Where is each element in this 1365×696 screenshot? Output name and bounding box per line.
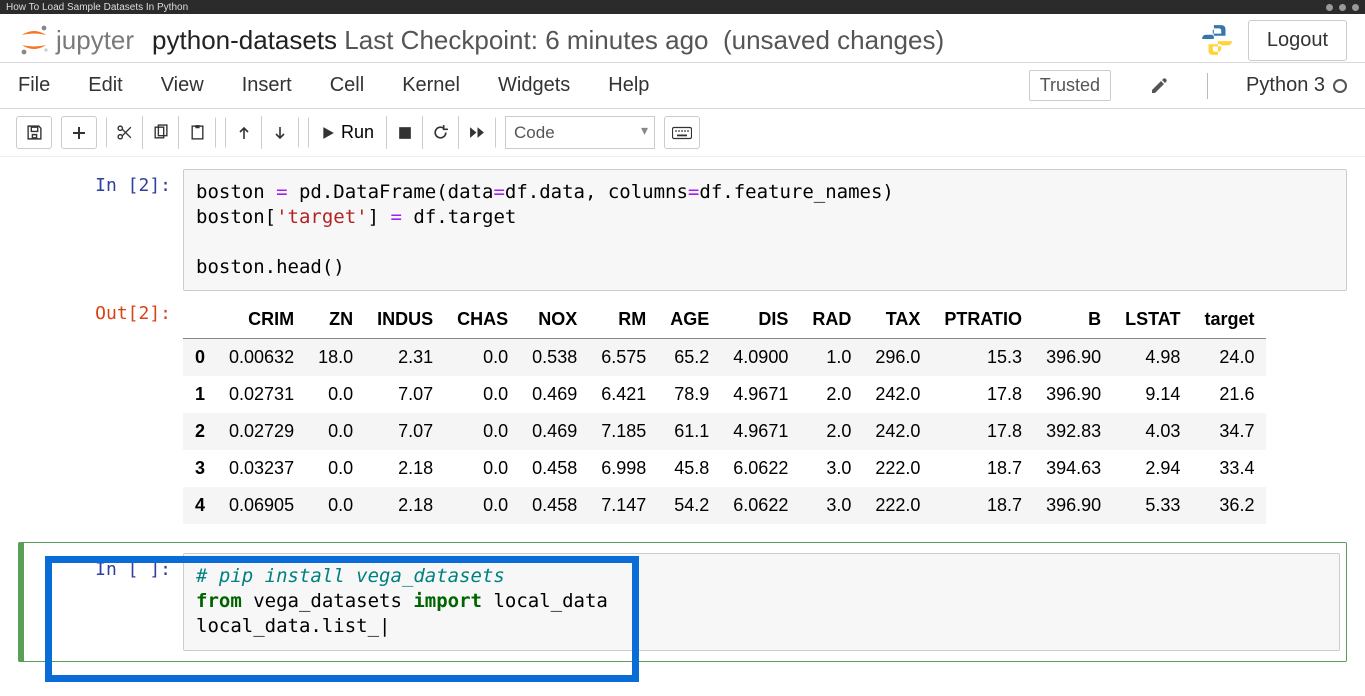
menu-widgets[interactable]: Widgets: [498, 74, 570, 97]
table-header: DIS: [721, 301, 800, 339]
restart-button[interactable]: [423, 116, 459, 149]
table-header-row: CRIMZNINDUSCHASNOXRMAGEDISRADTAXPTRATIOB…: [183, 301, 1266, 339]
table-header: LSTAT: [1113, 301, 1192, 339]
notebook-body: In [2]: boston = pd.DataFrame(data=df.da…: [0, 157, 1365, 680]
stop-icon: [398, 126, 412, 140]
dataframe-table: CRIMZNINDUSCHASNOXRMAGEDISRADTAXPTRATIOB…: [183, 301, 1266, 524]
table-header: B: [1034, 301, 1113, 339]
kernel-name[interactable]: Python 3: [1246, 74, 1347, 97]
code-input[interactable]: # pip install vega_datasets from vega_da…: [183, 553, 1340, 650]
jupyter-logo[interactable]: jupyter: [18, 24, 134, 56]
table-row: 30.032370.02.180.00.4586.99845.86.06223.…: [183, 450, 1266, 487]
jupyter-icon: [18, 24, 50, 56]
table-row: 40.069050.02.180.00.4587.14754.26.06223.…: [183, 487, 1266, 524]
play-icon: [321, 126, 335, 140]
browser-tab-title: How To Load Sample Datasets In Python: [6, 2, 188, 13]
table-header: CHAS: [445, 301, 520, 339]
interrupt-button[interactable]: [387, 116, 423, 149]
notebook-header: jupyter python-datasets Last Checkpoint:…: [0, 14, 1365, 63]
table-header: NOX: [520, 301, 589, 339]
menu-insert[interactable]: Insert: [242, 74, 292, 97]
notebook-name: python-datasets: [152, 25, 337, 55]
code-input[interactable]: boston = pd.DataFrame(data=df.data, colu…: [183, 169, 1347, 291]
copy-button[interactable]: [143, 116, 179, 149]
fast-forward-icon: [469, 125, 486, 140]
paste-icon: [189, 124, 206, 141]
table-header: PTRATIO: [932, 301, 1034, 339]
table-header: [183, 301, 217, 339]
keyboard-icon: [672, 126, 692, 140]
kernel-status-icon: [1333, 79, 1347, 93]
jupyter-logo-text: jupyter: [56, 25, 134, 56]
arrow-down-icon: [272, 125, 288, 141]
unsaved-text: (unsaved changes): [723, 25, 944, 55]
table-header: target: [1192, 301, 1266, 339]
table-header: TAX: [863, 301, 932, 339]
output-cell-2: Out[2]: CRIMZNINDUSCHASNOXRMAGEDISRADTAX…: [18, 297, 1347, 524]
table-header: RAD: [800, 301, 863, 339]
table-header: ZN: [306, 301, 365, 339]
scissors-icon: [116, 124, 133, 141]
paste-button[interactable]: [179, 116, 215, 149]
save-icon: [26, 124, 43, 141]
browser-window-controls: [1326, 4, 1359, 11]
input-prompt: In [ ]:: [24, 553, 183, 650]
cell-type-select[interactable]: Code: [505, 116, 655, 149]
plus-icon: [71, 125, 87, 141]
code-cell-selected[interactable]: In [ ]: # pip install vega_datasets from…: [18, 542, 1347, 661]
input-prompt: In [2]:: [18, 169, 183, 291]
move-down-button[interactable]: [262, 116, 298, 149]
cut-button[interactable]: [107, 116, 143, 149]
code-cell-2[interactable]: In [2]: boston = pd.DataFrame(data=df.da…: [18, 169, 1347, 291]
run-button[interactable]: Run: [309, 116, 387, 149]
command-palette-button[interactable]: [664, 116, 700, 149]
menu-edit[interactable]: Edit: [88, 74, 122, 97]
table-row: 10.027310.07.070.00.4696.42178.94.96712.…: [183, 376, 1266, 413]
menu-cell[interactable]: Cell: [330, 74, 364, 97]
browser-tab-bar: How To Load Sample Datasets In Python: [0, 0, 1365, 14]
menubar: File Edit View Insert Cell Kernel Widget…: [0, 63, 1365, 109]
menu-view[interactable]: View: [161, 74, 204, 97]
table-row: 20.027290.07.070.00.4697.18561.14.96712.…: [183, 413, 1266, 450]
menu-help[interactable]: Help: [608, 74, 649, 97]
logout-button[interactable]: Logout: [1248, 20, 1347, 61]
menu-file[interactable]: File: [18, 74, 50, 97]
add-cell-button[interactable]: [61, 116, 97, 149]
arrow-up-icon: [236, 125, 252, 141]
copy-icon: [152, 124, 169, 141]
checkpoint-text: Last Checkpoint: 6 minutes ago: [344, 25, 708, 55]
move-up-button[interactable]: [226, 116, 262, 149]
python-logo-icon: [1200, 23, 1234, 57]
toolbar: Run Code: [0, 109, 1365, 157]
table-header: RM: [589, 301, 658, 339]
menu-kernel[interactable]: Kernel: [402, 74, 460, 97]
table-header: AGE: [658, 301, 721, 339]
table-header: INDUS: [365, 301, 445, 339]
output-prompt: Out[2]:: [18, 297, 183, 524]
table-row: 00.0063218.02.310.00.5386.57565.24.09001…: [183, 339, 1266, 377]
notebook-title-area[interactable]: python-datasets Last Checkpoint: 6 minut…: [152, 25, 1182, 56]
save-button[interactable]: [16, 116, 52, 149]
table-header: CRIM: [217, 301, 306, 339]
restart-run-all-button[interactable]: [459, 116, 495, 149]
trusted-badge[interactable]: Trusted: [1029, 70, 1111, 101]
restart-icon: [432, 124, 449, 141]
edit-icon[interactable]: [1149, 76, 1169, 96]
